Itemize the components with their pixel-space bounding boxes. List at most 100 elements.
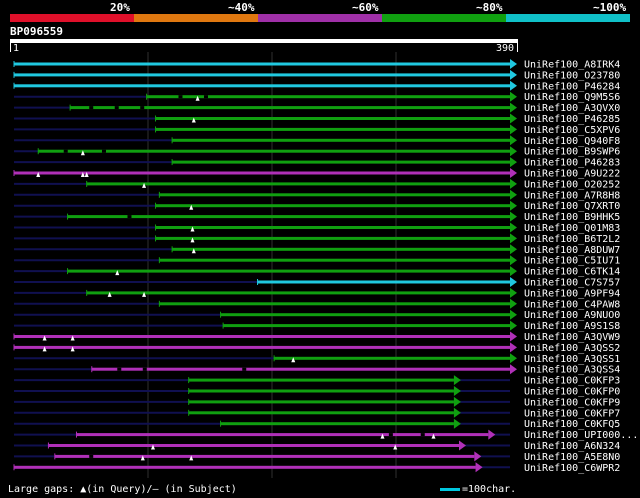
hit-label[interactable]: UniRef100_A3QSS2: [524, 343, 620, 354]
hit-bar[interactable]: [67, 215, 510, 219]
hit-label[interactable]: UniRef100_C6WPR2: [524, 463, 620, 474]
hit-end-arrow: [488, 429, 496, 440]
hit-label[interactable]: UniRef100_UPI000...: [524, 430, 638, 441]
hit-label[interactable]: UniRef100_C0KFP9: [524, 397, 620, 408]
hit-bar[interactable]: [14, 465, 476, 469]
hit-label[interactable]: UniRef100_O23780: [524, 70, 620, 81]
hit-bar[interactable]: [155, 226, 510, 229]
hit-label[interactable]: UniRef100_A3QSS1: [524, 354, 620, 365]
hit-label[interactable]: UniRef100_P46284: [524, 81, 620, 92]
hit-label[interactable]: UniRef100_A6N324: [524, 441, 620, 452]
hit-bar[interactable]: [38, 149, 510, 153]
hit-end-arrow: [453, 407, 461, 418]
hit-bar[interactable]: [14, 345, 510, 349]
hit-label[interactable]: UniRef100_O20252: [524, 179, 620, 190]
hit-bar[interactable]: [274, 356, 510, 360]
hit-label[interactable]: UniRef100_A8IRK4: [524, 60, 620, 71]
hit-label[interactable]: UniRef100_Q940F8: [524, 136, 620, 147]
hit-label[interactable]: UniRef100_A7R8H8: [524, 190, 620, 201]
hit-bar[interactable]: [220, 422, 454, 426]
hit-bar[interactable]: [188, 400, 454, 404]
hit-label[interactable]: UniRef100_C0KFP3: [524, 376, 620, 387]
hit-label[interactable]: UniRef100_A9PF94: [524, 288, 620, 299]
hit-bar[interactable]: [172, 247, 510, 251]
hit-label[interactable]: UniRef100_B9SWP6: [524, 147, 620, 158]
hit-end-arrow: [510, 342, 517, 353]
hit-bar[interactable]: [159, 258, 510, 262]
hit-label[interactable]: UniRef100_P46283: [524, 158, 620, 169]
hit-end-arrow: [453, 386, 461, 396]
hit-end-arrow: [474, 451, 482, 462]
hit-end-arrow: [510, 91, 517, 102]
hit-bar[interactable]: [86, 182, 511, 186]
hit-bar[interactable]: [257, 280, 510, 284]
hit-label[interactable]: UniRef100_Q9M5S6: [524, 92, 620, 103]
hit-bar[interactable]: [54, 454, 475, 458]
hit-label[interactable]: UniRef100_A9U222: [524, 169, 620, 180]
subject-gap-dash: [242, 367, 247, 371]
hit-bar[interactable]: [14, 84, 510, 88]
subject-gap-dash: [89, 106, 94, 110]
hit-label[interactable]: UniRef100_A8DUW7: [524, 245, 620, 256]
hit-bar[interactable]: [14, 335, 510, 338]
hit-label[interactable]: UniRef100_A9S1S8: [524, 321, 620, 332]
hit-bar[interactable]: [14, 62, 510, 66]
hit-end-arrow: [510, 244, 517, 255]
hit-bar[interactable]: [172, 160, 510, 164]
hit-bar[interactable]: [155, 204, 510, 208]
hit-label[interactable]: UniRef100_A9NUO0: [524, 310, 620, 321]
hit-label[interactable]: UniRef100_B9HHK5: [524, 212, 620, 223]
hit-bar[interactable]: [155, 236, 510, 240]
hit-bar[interactable]: [91, 367, 510, 371]
hit-label[interactable]: UniRef100_C0KFP0: [524, 387, 620, 398]
hit-end-arrow: [510, 364, 517, 375]
hit-bar[interactable]: [220, 313, 510, 317]
hit-label[interactable]: UniRef100_C0KFQ5: [524, 419, 620, 430]
hit-bar[interactable]: [14, 171, 510, 175]
hit-label[interactable]: UniRef100_A3QVX0: [524, 103, 620, 114]
hit-label[interactable]: UniRef100_B6T2L2: [524, 234, 620, 245]
hit-bar[interactable]: [146, 95, 510, 99]
hit-label[interactable]: UniRef100_C4PAW8: [524, 299, 620, 310]
hit-label[interactable]: UniRef100_C0KFP7: [524, 408, 620, 419]
hit-end-arrow: [510, 331, 517, 342]
hit-bar[interactable]: [14, 73, 510, 77]
hit-label[interactable]: UniRef100_A3QVW9: [524, 332, 620, 343]
hit-bar[interactable]: [76, 433, 489, 437]
hit-bar[interactable]: [188, 389, 454, 393]
hit-bar[interactable]: [159, 193, 510, 197]
hit-label[interactable]: UniRef100_C7S757: [524, 278, 620, 289]
hit-label[interactable]: UniRef100_Q01M83: [524, 223, 620, 234]
subject-gap-dash: [127, 215, 132, 219]
hit-end-arrow: [510, 222, 517, 233]
hit-end-arrow: [510, 168, 517, 178]
subject-gap-dash: [388, 433, 393, 437]
hit-bar[interactable]: [159, 302, 510, 306]
subject-gap-dash: [117, 367, 122, 371]
hit-bar[interactable]: [70, 106, 510, 110]
hit-bar[interactable]: [172, 138, 510, 142]
hit-end-arrow: [510, 102, 517, 113]
hit-label[interactable]: UniRef100_P46285: [524, 114, 620, 125]
hit-end-arrow: [510, 353, 517, 364]
hit-end-arrow: [475, 462, 483, 473]
hit-bar[interactable]: [86, 291, 511, 295]
hit-end-arrow: [510, 277, 517, 287]
hit-bar[interactable]: [48, 444, 459, 447]
hit-bar[interactable]: [155, 117, 510, 120]
hit-label[interactable]: UniRef100_C6TK14: [524, 267, 620, 278]
hit-end-arrow: [510, 113, 517, 124]
scale-text: =100char.: [462, 484, 517, 495]
hit-bar[interactable]: [223, 324, 510, 328]
hit-end-arrow: [453, 375, 461, 386]
hit-bar[interactable]: [188, 411, 454, 415]
hit-bar[interactable]: [155, 127, 510, 131]
hit-label[interactable]: UniRef100_C5XPV6: [524, 125, 620, 136]
hit-label[interactable]: UniRef100_A5E8N0: [524, 452, 620, 463]
hit-end-arrow: [510, 266, 517, 277]
hit-label[interactable]: UniRef100_C5IU71: [524, 256, 620, 267]
hit-label[interactable]: UniRef100_A3QSS4: [524, 365, 620, 376]
hit-bar[interactable]: [188, 378, 454, 382]
hit-bar[interactable]: [67, 269, 510, 273]
hit-label[interactable]: UniRef100_Q7XRT0: [524, 201, 620, 212]
